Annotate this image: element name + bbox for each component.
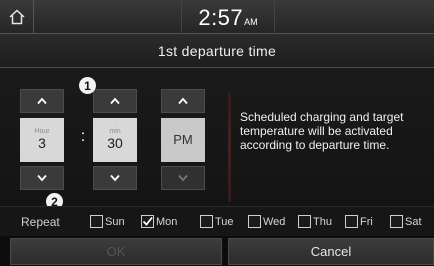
period-value[interactable]: PM: [161, 118, 205, 162]
minute-number: 30: [107, 135, 123, 152]
clock-ampm: AM: [244, 17, 258, 27]
checkbox[interactable]: [298, 215, 311, 228]
chevron-up-icon: [37, 97, 47, 105]
day-thu[interactable]: Thu: [298, 215, 332, 228]
clock-time: 2:57: [198, 5, 244, 30]
page-title: 1st departure time: [157, 42, 277, 59]
hour-up-button[interactable]: [20, 89, 64, 113]
day-tue[interactable]: Tue: [200, 215, 234, 228]
period-down-button[interactable]: [161, 166, 205, 190]
home-icon: [8, 9, 25, 25]
hour-value[interactable]: Hour 3: [20, 118, 64, 162]
day-label: Thu: [313, 215, 332, 228]
minute-label: min: [109, 128, 121, 136]
chevron-down-icon: [110, 174, 120, 182]
checkbox[interactable]: [345, 215, 358, 228]
day-label: Mon: [156, 215, 178, 228]
bottom-bar: OK Cancel: [0, 236, 434, 266]
checkbox[interactable]: [248, 215, 261, 228]
day-label: Tue: [215, 215, 234, 228]
checkmark-icon: [142, 216, 153, 226]
chevron-down-icon: [178, 174, 188, 182]
clock: 2:57 AM: [181, 0, 275, 34]
panel-divider: [228, 92, 231, 202]
day-fri[interactable]: Fri: [345, 215, 373, 228]
day-label: Fri: [360, 215, 373, 228]
chevron-up-icon: [178, 97, 188, 105]
hour-label: Hour: [34, 128, 50, 136]
chevron-up-icon: [110, 97, 120, 105]
day-wed[interactable]: Wed: [248, 215, 285, 228]
period-up-button[interactable]: [161, 89, 205, 113]
period-text: PM: [173, 132, 193, 148]
minute-value[interactable]: min 30: [93, 118, 137, 162]
checkbox[interactable]: [200, 215, 213, 228]
chevron-down-icon: [37, 174, 47, 182]
home-button[interactable]: [0, 0, 34, 34]
status-bar: 2:57 AM: [0, 0, 434, 34]
checkbox-checked[interactable]: [141, 215, 154, 228]
time-separator: :: [80, 128, 86, 145]
cancel-button[interactable]: Cancel: [228, 238, 434, 265]
hour-number: 3: [38, 135, 46, 152]
repeat-label: Repeat: [21, 215, 60, 229]
checkbox[interactable]: [90, 215, 103, 228]
day-label: Wed: [263, 215, 286, 228]
info-message: Scheduled charging and target temperatur…: [240, 110, 404, 152]
minute-up-button[interactable]: [93, 89, 137, 113]
day-mon[interactable]: Mon: [141, 215, 177, 228]
departure-time-screen: 2:57 AM 1st departure time Hour 3 : min …: [0, 0, 434, 266]
checkbox[interactable]: [390, 215, 403, 228]
day-label: Sun: [105, 215, 125, 228]
ok-button[interactable]: OK: [10, 238, 222, 265]
callout-marker-1: 1: [79, 77, 96, 94]
day-sun[interactable]: Sun: [90, 215, 125, 228]
day-sat[interactable]: Sat: [390, 215, 422, 228]
repeat-row: Repeat Sun Mon Tue Wed Thu Fri Sat: [0, 206, 434, 236]
title-bar: 1st departure time: [0, 34, 434, 68]
day-label: Sat: [405, 215, 422, 228]
hour-down-button[interactable]: [20, 166, 64, 190]
minute-down-button[interactable]: [93, 166, 137, 190]
